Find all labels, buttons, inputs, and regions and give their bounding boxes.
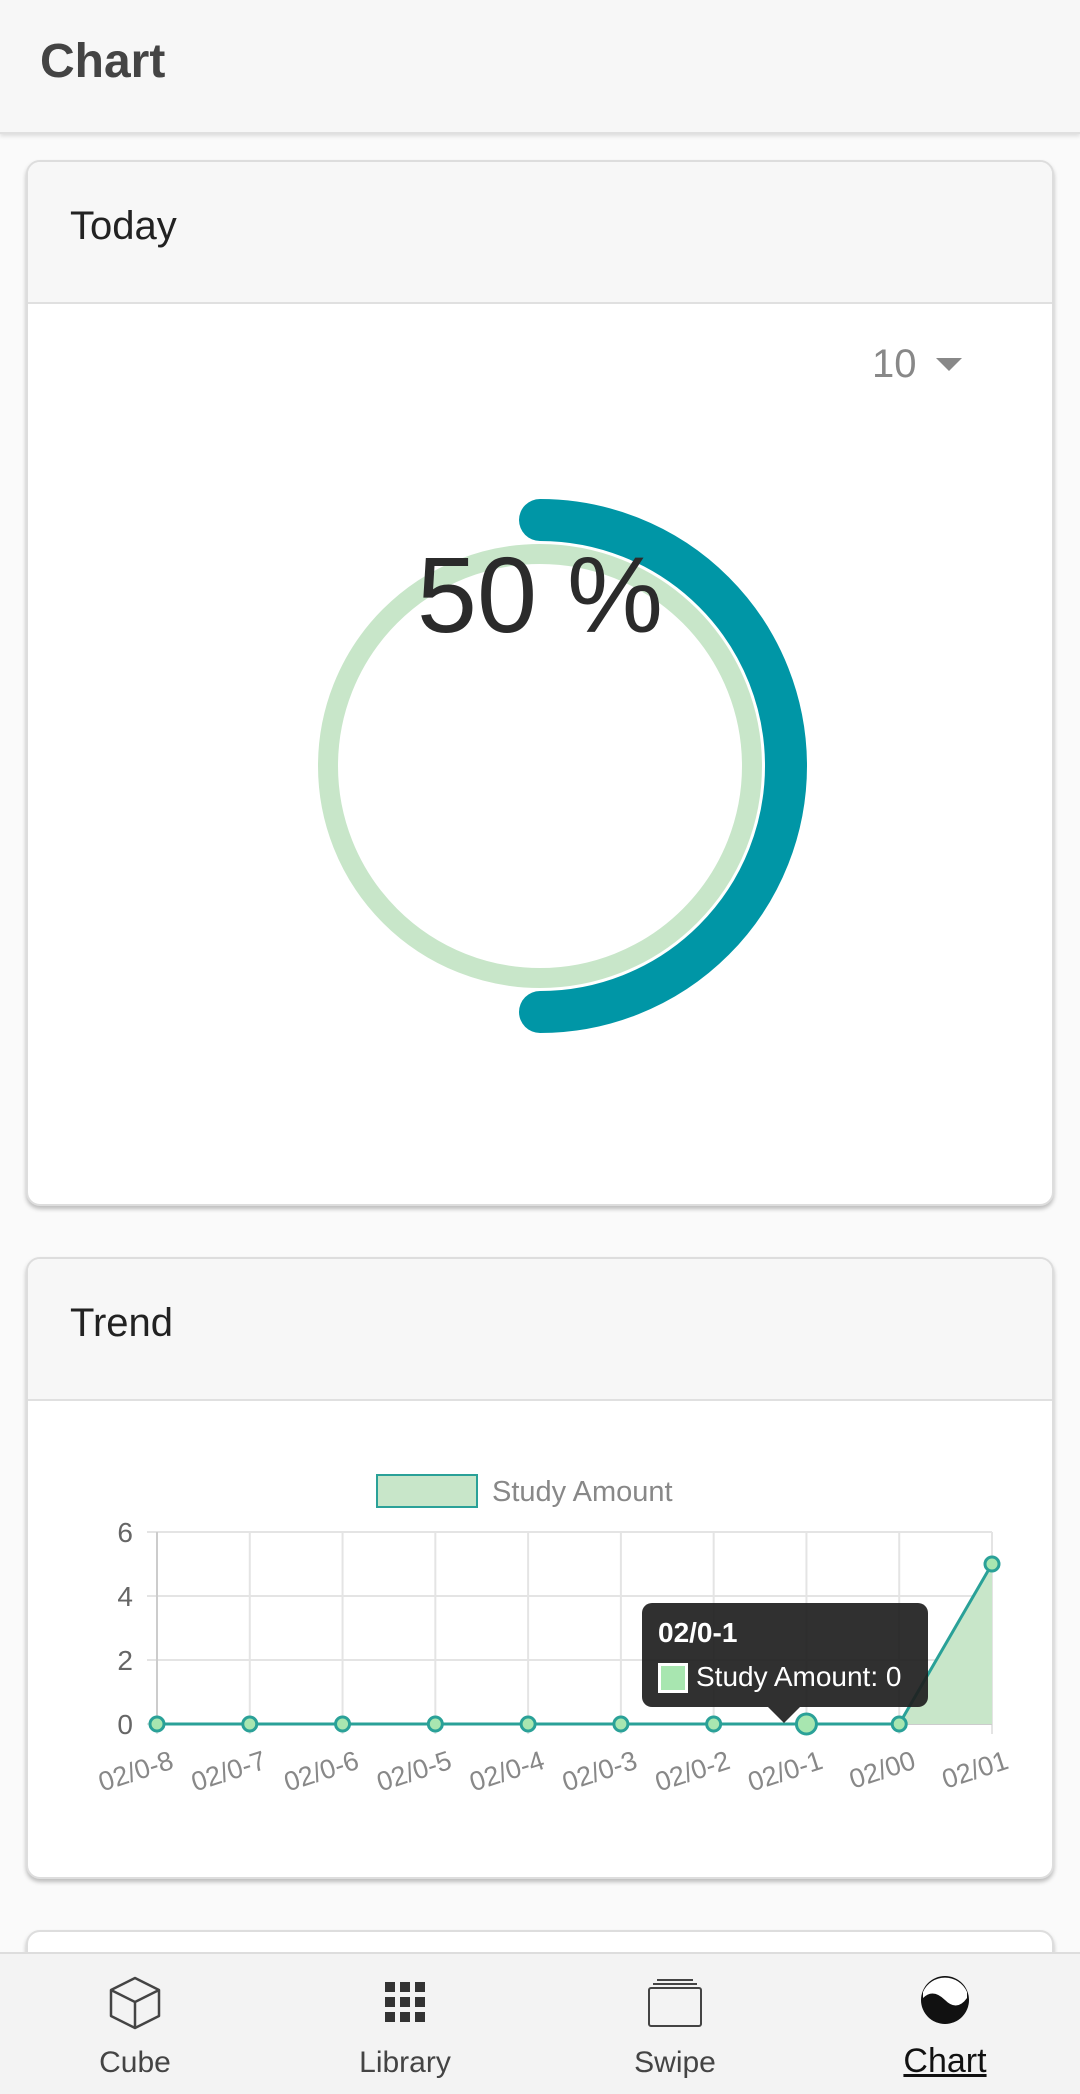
data-point xyxy=(426,1715,444,1733)
nav-item-cube[interactable]: Cube xyxy=(35,1954,235,2094)
y-tick-label: 2 xyxy=(117,1645,133,1676)
bottom-navigation: Cube Library Swipe Chart xyxy=(0,1952,1080,2094)
tooltip-title: 02/0-1 xyxy=(658,1617,738,1648)
grid-icon xyxy=(385,1982,425,2022)
y-tick-label: 4 xyxy=(117,1581,133,1612)
x-tick-label: 02/0-3 xyxy=(559,1745,641,1797)
x-tick-label: 02/0-4 xyxy=(466,1745,548,1797)
nav-item-swipe[interactable]: Swipe xyxy=(575,1954,775,2094)
data-point xyxy=(148,1715,166,1733)
nav-item-chart[interactable]: Chart xyxy=(845,1954,1045,2094)
chart-tooltip: 02/0-1 Study Amount: 0 xyxy=(642,1603,928,1723)
x-tick-label: 02/00 xyxy=(846,1745,920,1794)
data-point xyxy=(705,1715,723,1733)
tooltip-swatch xyxy=(658,1663,688,1693)
chart-wave-icon xyxy=(921,1976,969,2024)
nav-label-chart: Chart xyxy=(903,2042,987,2080)
x-tick-label: 02/01 xyxy=(938,1745,1012,1794)
data-point xyxy=(519,1715,537,1733)
data-point xyxy=(241,1715,259,1733)
data-point xyxy=(334,1715,352,1733)
tooltip-text: Study Amount: 0 xyxy=(696,1661,902,1692)
data-point xyxy=(890,1715,908,1733)
cube-icon xyxy=(109,1976,161,2030)
cards-icon xyxy=(648,1979,702,2027)
x-tick-label: 02/0-5 xyxy=(373,1745,455,1797)
x-tick-label: 02/0-2 xyxy=(651,1745,733,1797)
nav-label-swipe: Swipe xyxy=(634,2046,716,2079)
legend-swatch xyxy=(376,1474,478,1508)
data-point xyxy=(612,1715,630,1733)
x-tick-label: 02/0-8 xyxy=(95,1745,177,1797)
legend-label: Study Amount xyxy=(492,1476,673,1508)
nav-item-library[interactable]: Library xyxy=(305,1954,505,2094)
nav-label-cube: Cube xyxy=(99,2046,171,2079)
data-point xyxy=(983,1555,1001,1573)
x-tick-label: 02/0-1 xyxy=(744,1745,826,1797)
nav-label-library: Library xyxy=(359,2046,451,2079)
y-tick-label: 6 xyxy=(117,1517,133,1548)
x-tick-label: 02/0-7 xyxy=(188,1745,270,1797)
y-tick-label: 0 xyxy=(117,1709,133,1740)
x-tick-label: 02/0-6 xyxy=(280,1745,362,1797)
